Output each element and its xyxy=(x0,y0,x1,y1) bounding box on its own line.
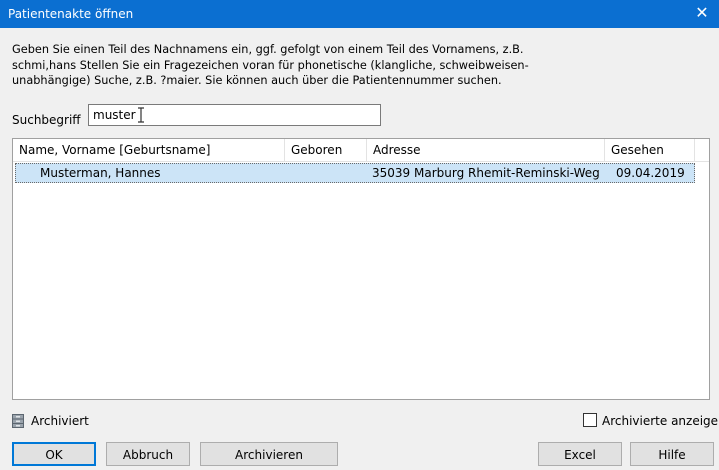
archive-button[interactable]: Archivieren xyxy=(200,442,338,466)
table-row[interactable]: Musterman, Hannes 35039 Marburg Rhemit-R… xyxy=(15,163,695,183)
instructions-text: Geben Sie einen Teil des Nachnamens ein,… xyxy=(12,42,702,89)
show-archived-label[interactable]: Archivierte anzeigen xyxy=(602,412,719,430)
column-header-born[interactable]: Geboren xyxy=(285,139,367,161)
archived-label: Archiviert xyxy=(31,414,89,428)
cell-address: 35039 Marburg Rhemit-Reminski-Weg ... xyxy=(372,166,604,180)
patient-list[interactable]: Name, Vorname [Geburtsname] Geboren Adre… xyxy=(12,138,710,400)
list-header: Name, Vorname [Geburtsname] Geboren Adre… xyxy=(13,139,709,162)
cancel-button[interactable]: Abbruch xyxy=(106,442,190,466)
title-bar: Patientenakte öffnen ✕ xyxy=(0,0,719,28)
ok-button[interactable]: OK xyxy=(12,442,96,466)
search-label: Suchbegriff xyxy=(12,113,81,127)
instructions-line-3: unabhängige) Suche, z.B. ?maier. Sie kön… xyxy=(12,74,502,87)
show-archived-checkbox[interactable] xyxy=(583,413,597,427)
search-input[interactable] xyxy=(88,104,381,126)
cell-seen: 09.04.2019 xyxy=(616,166,685,180)
column-header-seen[interactable]: Gesehen xyxy=(605,139,695,161)
cell-born xyxy=(292,164,362,182)
help-button[interactable]: Hilfe xyxy=(630,442,714,466)
instructions-line-1: Geben Sie einen Teil des Nachnamens ein,… xyxy=(12,43,524,56)
close-icon[interactable]: ✕ xyxy=(693,3,711,23)
cell-name: Musterman, Hannes xyxy=(40,166,161,180)
instructions-line-2: schmi,hans Stellen Sie ein Fragezeichen … xyxy=(12,58,529,72)
excel-button[interactable]: Excel xyxy=(538,442,622,466)
column-header-name[interactable]: Name, Vorname [Geburtsname] xyxy=(13,139,285,161)
column-header-address[interactable]: Adresse xyxy=(367,139,605,161)
archive-cabinet-icon xyxy=(12,414,24,428)
window-title: Patientenakte öffnen xyxy=(8,7,134,21)
